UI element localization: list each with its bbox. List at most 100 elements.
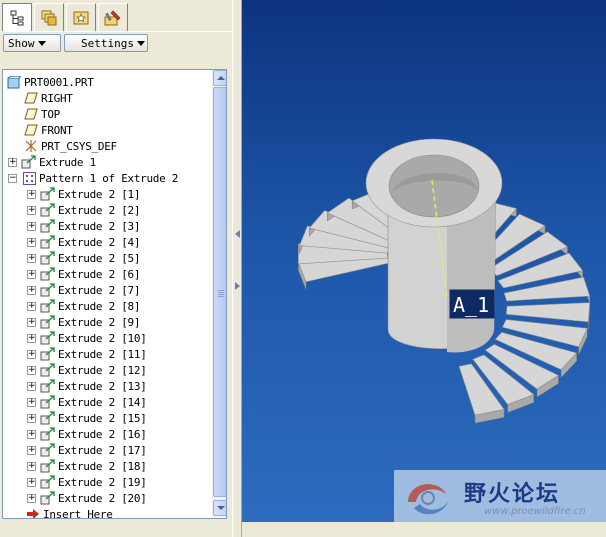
favorites-tab[interactable] [66,3,96,31]
expand-icon[interactable]: + [27,317,36,327]
expand-icon[interactable]: + [27,333,36,343]
tree-item-label: FRONT [41,123,73,137]
tree-item-pattern-member[interactable]: + Extrude 2 [13] [27,378,147,394]
tree-item-csys[interactable]: PRT_CSYS_DEF [23,138,117,154]
tree-item-pattern-member[interactable]: + Extrude 2 [11] [27,346,147,362]
tree-item-pattern-member[interactable]: + Extrude 2 [1] [27,186,141,202]
tree-item-label: Extrude 2 [7] [58,283,141,297]
spiral-staircase-model[interactable]: A_1 [242,0,606,522]
arrow-down-icon [216,506,225,510]
forum-watermark: 野火论坛 www.proewildfire.cn [394,470,606,522]
tree-item-label: Extrude 2 [12] [58,363,147,377]
tree-item-pattern-member[interactable]: + Extrude 2 [8] [27,298,141,314]
panel-splitter[interactable] [232,0,242,537]
tree-item-insert-here[interactable]: Insert Here [25,506,113,518]
tree-item-label: Extrude 2 [20] [58,491,147,505]
extrude-icon [40,251,56,265]
extrude-icon [40,347,56,361]
expand-icon[interactable]: + [27,189,36,199]
expand-icon[interactable]: + [27,253,36,263]
chevron-down-icon [136,40,145,46]
viewport-bottom-bar [242,522,606,537]
tree-item-pattern-member[interactable]: + Extrude 2 [12] [27,362,147,378]
watermark-url: www.proewildfire.cn [484,506,586,517]
tree-item-pattern-member[interactable]: + Extrude 2 [4] [27,234,141,250]
tree-item-label: Extrude 2 [17] [58,443,147,457]
tree-item-label: Extrude 2 [13] [58,379,147,393]
tree-item-pattern-member[interactable]: + Extrude 2 [19] [27,474,147,490]
tree-item-label: Extrude 2 [19] [58,475,147,489]
tree-item-pattern-member[interactable]: + Extrude 2 [17] [27,442,147,458]
collapse-left-icon[interactable] [235,230,240,238]
expand-icon[interactable]: + [27,493,36,503]
tree-item-pattern-member[interactable]: + Extrude 2 [10] [27,330,147,346]
tree-item-pattern-member[interactable]: + Extrude 2 [6] [27,266,141,282]
scroll-up-button[interactable] [213,70,226,86]
expand-right-icon[interactable] [235,282,240,290]
tree-item-pattern-member[interactable]: + Extrude 2 [18] [27,458,147,474]
settings-dropdown[interactable]: Settings [64,34,148,52]
expand-icon[interactable]: + [27,285,36,295]
tree-item-pattern-member[interactable]: + Extrude 2 [5] [27,250,141,266]
settings-dropdown-label: Settings [81,36,134,50]
expand-icon[interactable]: + [27,461,36,471]
tree-item-label: Extrude 1 [39,155,96,169]
model-tree-tab[interactable] [2,3,32,31]
expand-icon[interactable]: + [27,301,36,311]
tree-item-extrude-1[interactable]: + Extrude 1 [8,154,96,170]
tree-item-label: PRT_CSYS_DEF [41,139,117,153]
expand-icon[interactable]: + [27,477,36,487]
tree-item-pattern-member[interactable]: + Extrude 2 [15] [27,410,147,426]
tree-item-pattern-member[interactable]: + Extrude 2 [16] [27,426,147,442]
expand-icon[interactable]: + [27,237,36,247]
extrude-icon [40,459,56,473]
tree-item-pattern-member[interactable]: + Extrude 2 [14] [27,394,147,410]
show-dropdown[interactable]: Show [3,34,61,52]
tree-item-label: Extrude 2 [8] [58,299,141,313]
extrude-icon [40,235,56,249]
expand-icon[interactable]: + [8,157,17,167]
tree-item-datum-top[interactable]: TOP [23,106,60,122]
extrude-icon [40,331,56,345]
tree-scrollbar[interactable] [212,70,226,518]
extrude-icon [40,411,56,425]
expand-icon[interactable]: + [27,381,36,391]
extrude-icon [40,395,56,409]
tree-item-label: Extrude 2 [2] [58,203,141,217]
datum-plane-icon [23,123,39,137]
expand-icon[interactable]: + [27,397,36,407]
column-bore [388,154,480,218]
expand-icon[interactable]: + [27,365,36,375]
graphics-viewport[interactable]: A_1 野火论坛 www.proewildfire.cn [242,0,606,522]
expand-icon[interactable]: + [27,445,36,455]
layers-tab[interactable] [34,3,64,31]
tree-item-label: Extrude 2 [6] [58,267,141,281]
tree-item-pattern-member[interactable]: + Extrude 2 [9] [27,314,141,330]
scroll-down-button[interactable] [213,500,226,516]
expand-icon[interactable]: + [27,349,36,359]
tree-root[interactable]: PRT0001.PRT [6,74,94,90]
expand-icon[interactable]: + [27,429,36,439]
expand-icon[interactable]: + [27,269,36,279]
tools-tab[interactable] [98,3,128,31]
tree-item-pattern[interactable]: − Pattern 1 of Extrude 2 [8,170,178,186]
layers-icon [41,10,57,25]
tree-item-pattern-member[interactable]: + Extrude 2 [7] [27,282,141,298]
collapse-icon[interactable]: − [8,173,17,183]
chevron-down-icon [37,40,46,46]
tree-item-datum-right[interactable]: RIGHT [23,90,73,106]
navigator-tab-strip [0,0,232,31]
tree-item-pattern-member[interactable]: + Extrude 2 [2] [27,202,141,218]
tree-item-pattern-member[interactable]: + Extrude 2 [3] [27,218,141,234]
tree-item-datum-front[interactable]: FRONT [23,122,73,138]
tree-item-label: Extrude 2 [3] [58,219,141,233]
expand-icon[interactable]: + [27,205,36,215]
expand-icon[interactable]: + [27,221,36,231]
tree-item-label: PRT0001.PRT [24,75,94,89]
tree-item-pattern-member[interactable]: + Extrude 2 [20] [27,490,147,506]
tree-item-label: TOP [41,107,60,121]
scroll-thumb[interactable] [213,87,226,497]
arrow-up-icon [216,76,225,80]
expand-icon[interactable]: + [27,413,36,423]
model-tree-panel: Show Settings PRT0001.PRT RIGHT TOP FRON… [0,0,232,537]
